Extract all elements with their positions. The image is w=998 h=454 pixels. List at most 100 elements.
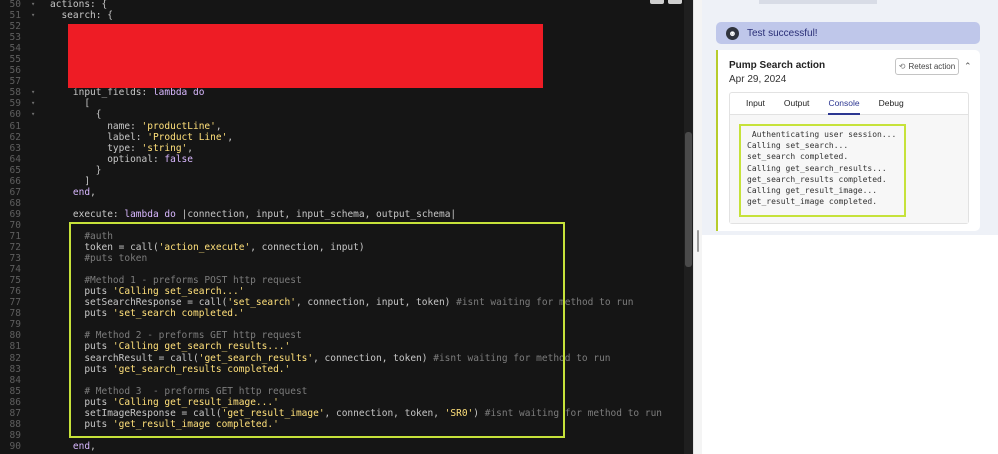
line-number: 54 (9, 43, 21, 55)
code-line[interactable]: 50 ▾ actions: { (0, 0, 684, 10)
code-token: type: (50, 142, 142, 154)
code-token: 'string' (141, 142, 188, 154)
robot-icon: ☻ (726, 26, 739, 40)
code-token: { (50, 109, 102, 121)
code-line[interactable]: 58 ▾ input_fields: lambda do (0, 87, 684, 98)
test-results-panel: ☻ Test successful! Pump Search action Ap… (702, 0, 998, 454)
code-token: input_fields: (50, 87, 153, 99)
line-number: 57 (9, 76, 21, 88)
fold-toggle-icon[interactable]: ▾ (31, 10, 35, 21)
code-line[interactable]: 90 end, (0, 441, 684, 452)
line-number: 87 (9, 407, 21, 419)
console-line: set_search completed. (747, 152, 849, 162)
line-number: 63 (9, 142, 21, 154)
line-number: 75 (9, 275, 21, 287)
code-line[interactable]: 62 label: 'Product Line', (0, 132, 684, 143)
fold-toggle-icon[interactable]: ▾ (31, 87, 35, 98)
line-number: 76 (9, 286, 21, 298)
code-token: lambda (152, 87, 188, 99)
code-line[interactable]: 64 optional: false (0, 154, 684, 165)
line-number: 69 (9, 208, 21, 220)
code-line[interactable]: 51 ▾ search: { (0, 10, 684, 21)
console-line: Calling get_search_results... (747, 163, 887, 173)
line-number: 90 (9, 440, 21, 452)
editor-scroll-thumb[interactable] (685, 132, 692, 267)
fold-toggle-icon[interactable]: ▾ (31, 0, 35, 10)
line-number: 59 (9, 98, 21, 110)
code-token: [ (50, 98, 91, 110)
console-line: Calling get_result_image... (747, 186, 878, 195)
line-number: 67 (9, 186, 21, 198)
fold-toggle-icon[interactable]: ▾ (31, 109, 35, 120)
code-line[interactable]: 67 end, (0, 187, 684, 198)
code-token: |connection, input, input_schema, output… (175, 208, 457, 220)
code-editor[interactable]: 50 ▾ actions: {51 ▾ search: {52 53 54 55 56 57 58… (0, 0, 693, 454)
chevron-up-icon[interactable]: ⌃ (964, 61, 972, 72)
retest-action-button[interactable]: ⟲ Retest action (895, 58, 959, 75)
code-token: do (193, 87, 205, 99)
success-banner: ☻ Test successful! (716, 22, 980, 44)
code-token: , (187, 142, 194, 154)
code-token: , (90, 186, 96, 198)
line-number: 52 (9, 21, 21, 33)
console-area: Authenticating user session... Calling s… (730, 115, 968, 223)
tab-input[interactable]: Input (746, 93, 765, 114)
line-number: 72 (9, 242, 21, 254)
code-line[interactable]: 61 name: 'productLine', (0, 121, 684, 132)
editor-scrollbar[interactable] (684, 0, 693, 454)
drag-handle-icon[interactable] (697, 230, 699, 252)
code-text: name: 'productLine', (50, 120, 222, 132)
line-number: 60 (9, 109, 21, 121)
result-tabs: Input Output Console Debug Authenticatin… (729, 92, 969, 224)
line-number: 53 (9, 32, 21, 44)
code-line[interactable]: 68 (0, 198, 684, 209)
refresh-icon: ⟲ (898, 62, 906, 71)
code-line[interactable]: 66 ] (0, 176, 684, 187)
fold-toggle-icon[interactable]: ▾ (31, 98, 35, 109)
code-token: , (90, 440, 96, 452)
line-number: 88 (9, 418, 21, 430)
code-line[interactable]: 63 type: 'string', (0, 143, 684, 154)
tab-console[interactable]: Console (828, 93, 860, 115)
line-number: 83 (9, 363, 21, 375)
code-token: 'Product Line' (147, 131, 228, 143)
line-number: 85 (9, 385, 21, 397)
code-token: , (227, 131, 234, 143)
line-number: 80 (9, 330, 21, 342)
pane-splitter[interactable] (693, 0, 702, 454)
code-line[interactable]: 69 execute: lambda do |connection, input… (0, 209, 684, 220)
line-number: 65 (9, 164, 21, 176)
results-area: ☻ Test successful! Pump Search action Ap… (702, 0, 998, 235)
line-number: 62 (9, 131, 21, 143)
code-text: type: 'string', (50, 143, 193, 154)
code-text: { (50, 109, 102, 121)
code-token: search: { (50, 10, 113, 22)
line-number: 64 (9, 153, 21, 165)
code-line[interactable]: 65 } (0, 165, 684, 176)
code-token: optional: (50, 153, 165, 165)
console-line: get_result_image completed. (747, 197, 878, 207)
code-token: actions: { (50, 0, 108, 10)
code-text: [ (50, 98, 90, 109)
redacted-code-block (68, 24, 543, 88)
code-text: optional: false (50, 154, 193, 165)
code-text: label: 'Product Line', (50, 132, 233, 143)
line-number: 89 (9, 429, 21, 441)
line-number: 51 (9, 10, 21, 22)
code-token: execute: (50, 208, 125, 220)
line-number: 79 (9, 319, 21, 331)
code-line[interactable]: 60 ▾ { (0, 109, 684, 120)
line-number: 68 (9, 197, 21, 209)
code-token: , (215, 120, 222, 132)
tab-output[interactable]: Output (784, 93, 810, 114)
line-number: 84 (9, 374, 21, 386)
line-number: 66 (9, 175, 21, 187)
code-token: ] (50, 175, 91, 187)
tab-debug[interactable]: Debug (879, 93, 904, 114)
code-line[interactable]: 59 ▾ [ (0, 98, 684, 109)
console-output: Authenticating user session... Calling s… (739, 124, 906, 217)
code-token: label: (50, 131, 148, 143)
line-number: 77 (9, 297, 21, 309)
code-text: ] (50, 176, 90, 187)
